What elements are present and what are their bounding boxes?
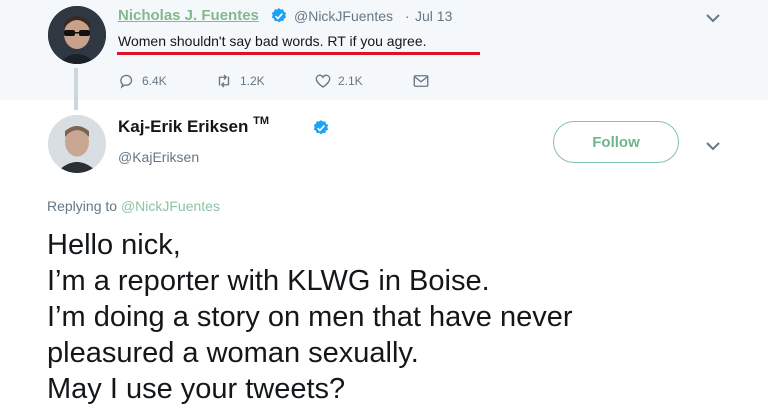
reply-action[interactable]: 6.4K: [118, 72, 167, 90]
trademark-mark: TM: [253, 115, 270, 127]
reply-author-name[interactable]: Kaj-Erik Eriksen TM: [118, 115, 270, 137]
avatar[interactable]: [48, 115, 106, 173]
reply-author-handle[interactable]: @KajEriksen: [118, 149, 199, 165]
avatar[interactable]: [48, 6, 106, 64]
like-icon: [315, 74, 331, 88]
replying-to-prefix: Replying to: [47, 198, 118, 214]
original-tweet: Nicholas J. Fuentes @NickJFuentes · Jul …: [0, 0, 768, 100]
verified-badge-icon: [270, 7, 288, 30]
tweet-date[interactable]: Jul 13: [415, 8, 452, 24]
reply-icon: [120, 74, 133, 89]
retweet-action[interactable]: 1.2K: [214, 72, 265, 90]
verified-badge-icon: [312, 119, 330, 142]
tweet-line: Hello nick,: [47, 229, 181, 261]
like-action[interactable]: 2.1K: [314, 72, 363, 90]
reply-tweet-text: Hello nick, I’m a reporter with KLWG in …: [47, 227, 762, 407]
like-count: 2.1K: [338, 74, 363, 88]
replying-to-handle[interactable]: @NickJFuentes: [121, 198, 220, 214]
tweet-line: I’m doing a story on men that have never: [47, 301, 573, 333]
retweet-icon: [218, 74, 230, 88]
author-name[interactable]: Nicholas J. Fuentes: [118, 7, 259, 24]
follow-button[interactable]: Follow: [553, 121, 679, 163]
chevron-down-icon[interactable]: [706, 10, 720, 28]
tweet-line: pleasured a woman sexually.: [47, 337, 419, 369]
thread-connector: [74, 68, 78, 110]
reply-author-name-text: Kaj-Erik Eriksen: [118, 117, 249, 136]
author-handle[interactable]: @NickJFuentes: [294, 8, 393, 24]
reply-count: 6.4K: [142, 74, 167, 88]
tweet-line: May I use your tweets?: [47, 373, 346, 405]
tweet-text: Women shouldn't say bad words. RT if you…: [118, 33, 427, 49]
red-underline: [117, 52, 480, 55]
message-action[interactable]: [412, 72, 430, 90]
separator: ·: [405, 8, 410, 24]
chevron-down-icon[interactable]: [706, 138, 720, 156]
message-icon: [413, 75, 429, 87]
replying-to: Replying to @NickJFuentes: [47, 198, 220, 214]
tweet-line: I’m a reporter with KLWG in Boise.: [47, 265, 490, 297]
retweet-count: 1.2K: [240, 74, 265, 88]
